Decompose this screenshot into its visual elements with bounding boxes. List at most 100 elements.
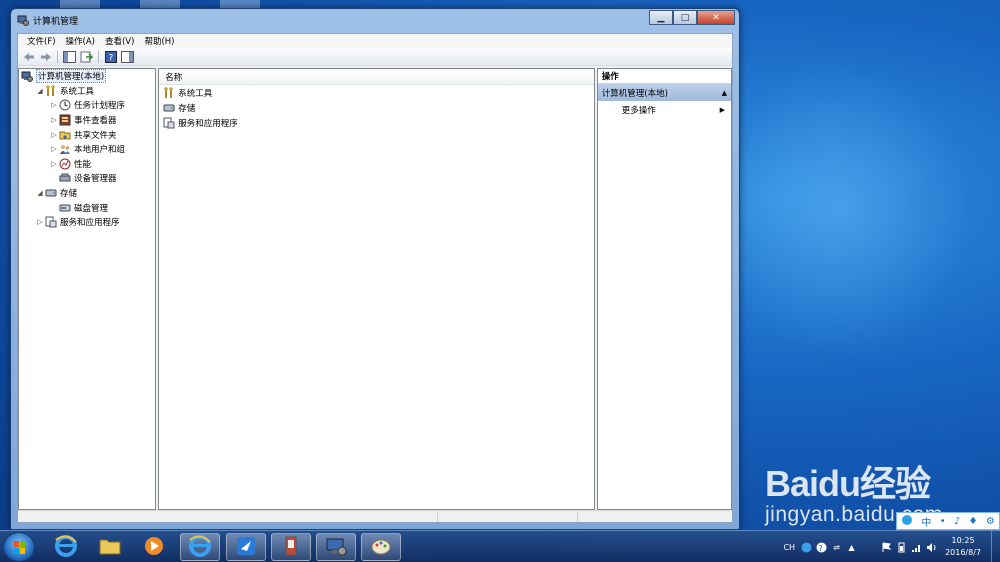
expanded-arrow-icon[interactable]: ◢ xyxy=(35,189,45,197)
computer-management-window: 计算机管理 ▁ □ ✕ 文件(F) 操作(A) 查看(V) 帮助(H) ? 计算… xyxy=(10,8,740,530)
ime-keyboard-icon[interactable]: ♪ xyxy=(954,516,960,527)
disk-management-icon xyxy=(59,202,71,214)
help-tray-icon[interactable]: ? xyxy=(816,542,827,553)
collapsed-arrow-icon[interactable]: ▷ xyxy=(49,145,59,153)
action-pane-header: 操作 xyxy=(597,69,731,84)
clock[interactable]: 10:25 2016/8/7 xyxy=(945,535,981,559)
status-cell xyxy=(18,511,438,522)
collapsed-arrow-icon[interactable]: ▷ xyxy=(35,218,45,226)
tree-item-local-users[interactable]: ▷ 本地用户和组 xyxy=(19,142,155,157)
ime-toolbar[interactable]: 中 • ♪ ♦ ⚙ xyxy=(896,512,1000,530)
panes: 计算机管理(本地) ◢ 系统工具 ▷ 任务计划程序 ▷ 事件查看器 ▷ 共享文件夹 ▷ 本地用户和组… xyxy=(18,68,732,510)
taskbar-app-ie[interactable] xyxy=(180,533,220,561)
menu-action[interactable]: 操作(A) xyxy=(61,35,100,47)
taskbar-app-ie[interactable] xyxy=(46,533,86,561)
list-item[interactable]: 系统工具 xyxy=(159,85,594,100)
action-center-flag-icon[interactable] xyxy=(881,542,892,553)
taskbar-app-paint[interactable] xyxy=(361,533,401,561)
back-arrow-icon[interactable] xyxy=(21,50,36,64)
ime-punctuation-icon[interactable]: • xyxy=(940,516,946,527)
start-button[interactable] xyxy=(3,532,35,562)
ime-skin-icon[interactable]: ♦ xyxy=(969,516,978,527)
network-signal-icon[interactable] xyxy=(911,542,922,553)
feather-app-icon xyxy=(234,534,258,561)
expanded-arrow-icon[interactable]: ◢ xyxy=(35,87,45,95)
collapsed-arrow-icon[interactable]: ▷ xyxy=(49,101,59,109)
ime-tray-icon[interactable]: ⇌ xyxy=(831,542,842,553)
export-list-icon[interactable] xyxy=(79,50,94,64)
column-header-name[interactable]: 名称 xyxy=(159,69,594,85)
paint-icon xyxy=(369,534,393,561)
shared-folders-icon xyxy=(59,129,71,141)
event-viewer-icon xyxy=(59,114,71,126)
battery-icon[interactable] xyxy=(896,542,907,553)
clock-date: 2016/8/7 xyxy=(945,548,981,557)
close-button[interactable]: ✕ xyxy=(697,10,735,25)
results-pane: 名称 系统工具存储 服务和应用程序 xyxy=(158,68,595,510)
taskbar-app-device[interactable] xyxy=(271,533,311,561)
tree-item-label: 本地用户和组 xyxy=(74,145,126,156)
taskbar-app-media-player[interactable] xyxy=(134,533,174,561)
collapsed-arrow-icon[interactable]: ▷ xyxy=(49,116,59,124)
toolbar-separator xyxy=(98,50,99,63)
taskbar-app-computer-management[interactable] xyxy=(316,533,356,561)
tree-item-label: 系统工具 xyxy=(60,86,95,97)
show-hidden-icons-icon[interactable]: ▲ xyxy=(846,542,857,553)
maximize-button[interactable]: □ xyxy=(673,10,697,25)
svg-text:?: ? xyxy=(819,544,823,553)
list-item[interactable]: 存储 xyxy=(159,100,594,115)
status-cell xyxy=(438,511,578,522)
menu-file[interactable]: 文件(F) xyxy=(22,35,61,47)
ie-icon xyxy=(188,534,212,561)
taskbar-app-feather-app[interactable] xyxy=(226,533,266,561)
forward-arrow-icon[interactable] xyxy=(38,50,53,64)
collapsed-arrow-icon[interactable]: ▷ xyxy=(49,160,59,168)
volume-icon[interactable] xyxy=(926,542,937,553)
tree-item-services-apps[interactable]: ▷ 服务和应用程序 xyxy=(19,215,155,230)
local-users-icon xyxy=(59,143,71,155)
tree-item-label: 事件查看器 xyxy=(74,116,117,127)
task-scheduler-icon xyxy=(59,99,71,111)
language-indicator[interactable]: CH xyxy=(783,543,795,552)
tree-item-system-tools[interactable]: ◢ 系统工具 xyxy=(19,84,155,99)
tree-item-label: 计算机管理(本地) xyxy=(36,69,107,84)
device-icon xyxy=(279,534,303,561)
show-hide-tree-icon[interactable] xyxy=(62,50,77,64)
menu-help[interactable]: 帮助(H) xyxy=(139,35,179,47)
tree-item-performance[interactable]: ▷ 性能 xyxy=(19,157,155,172)
tree-item-label: 任务计划程序 xyxy=(74,101,126,112)
title-bar[interactable]: 计算机管理 ▁ □ ✕ xyxy=(11,9,739,31)
show-desktop-button[interactable] xyxy=(991,531,1000,562)
tree-item-computer-management[interactable]: 计算机管理(本地) xyxy=(19,69,155,84)
storage-icon xyxy=(45,187,57,199)
services-apps-icon xyxy=(45,216,57,228)
minimize-button[interactable]: ▁ xyxy=(649,10,673,25)
ime-settings-icon[interactable]: ⚙ xyxy=(986,516,995,527)
help-icon[interactable]: ? xyxy=(103,50,118,64)
show-hide-action-pane-icon[interactable] xyxy=(120,50,135,64)
collapsed-arrow-icon[interactable]: ▷ xyxy=(49,131,59,139)
action-group-computer-management[interactable]: 计算机管理(本地) ▲ xyxy=(597,84,731,101)
list-item-label: 存储 xyxy=(178,103,196,114)
ime-logo-icon[interactable] xyxy=(901,514,913,529)
tree-item-storage[interactable]: ◢ 存储 xyxy=(19,186,155,201)
tree-item-label: 存储 xyxy=(60,189,78,200)
tree-item-event-viewer[interactable]: ▷ 事件查看器 xyxy=(19,113,155,128)
computer-management-icon xyxy=(17,14,29,26)
network-app-icon[interactable] xyxy=(801,542,812,553)
tree-item-shared-folders[interactable]: ▷ 共享文件夹 xyxy=(19,127,155,142)
tree-item-task-scheduler[interactable]: ▷ 任务计划程序 xyxy=(19,98,155,113)
computer-management-icon xyxy=(21,70,33,83)
ime-language-label[interactable]: 中 xyxy=(921,514,931,529)
tree-item-label: 设备管理器 xyxy=(74,174,117,185)
more-actions-item[interactable]: 更多操作 ▶ xyxy=(598,101,731,118)
tree-item-disk-management[interactable]: 磁盘管理 xyxy=(19,200,155,215)
computer-management-icon xyxy=(324,534,348,561)
status-bar xyxy=(18,510,732,522)
menu-bar: 文件(F) 操作(A) 查看(V) 帮助(H) xyxy=(18,34,732,48)
explorer-icon xyxy=(98,534,122,561)
list-item[interactable]: 服务和应用程序 xyxy=(159,115,594,130)
menu-view[interactable]: 查看(V) xyxy=(100,35,139,47)
tree-item-device-manager[interactable]: 设备管理器 xyxy=(19,171,155,186)
taskbar-app-explorer[interactable] xyxy=(90,533,130,561)
